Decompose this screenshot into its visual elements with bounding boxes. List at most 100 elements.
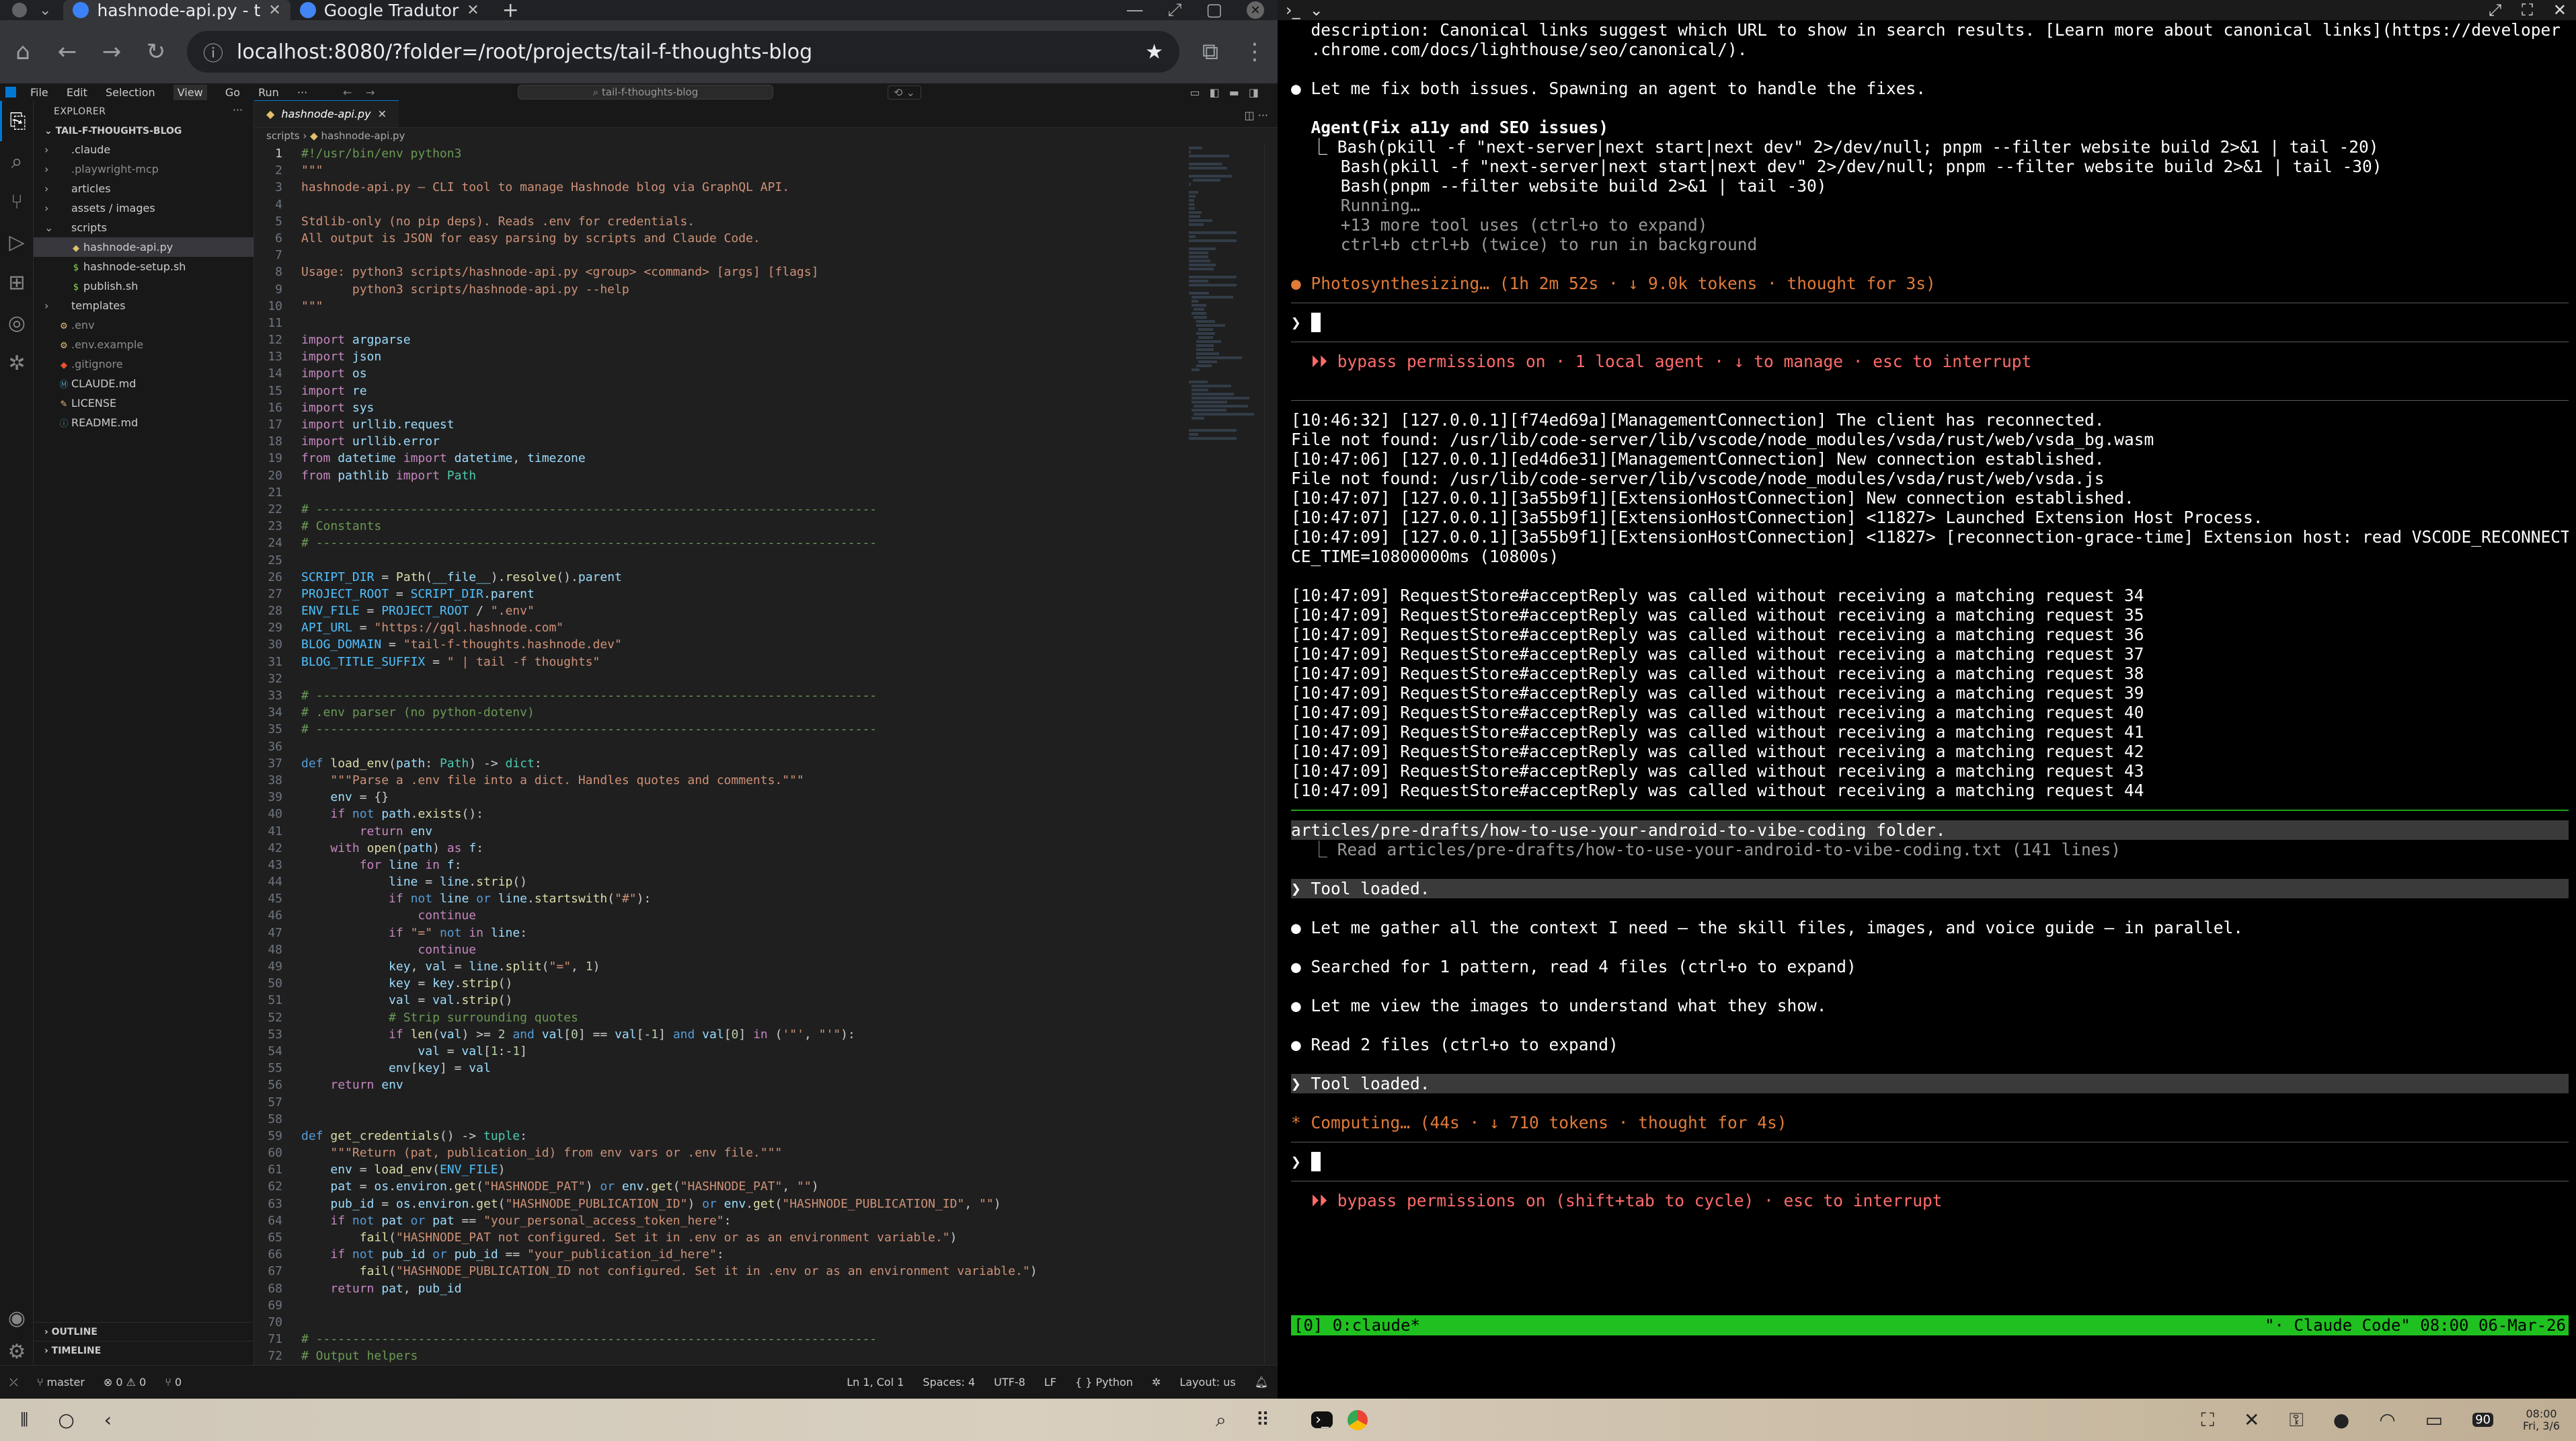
timeline-section[interactable]: › TIMELINE <box>34 1341 254 1360</box>
browser-tab-translate[interactable]: Google Tradutor ✕ <box>290 0 489 20</box>
menu-selection[interactable]: Selection <box>106 86 155 99</box>
keyboard-layout[interactable]: Layout: us <box>1179 1376 1235 1389</box>
run-debug-icon[interactable]: ▷ <box>0 222 34 262</box>
browser-tab-active[interactable]: hashnode-api.py - t ✕ <box>63 0 290 20</box>
extensions-icon[interactable]: ⊞ <box>0 262 34 303</box>
copilot-icon[interactable]: ⟲ ⌄ <box>888 85 921 100</box>
tree-item[interactable]: › templates <box>34 296 253 315</box>
editor-scrollbar[interactable] <box>1264 145 1274 1365</box>
breadcrumb-scripts[interactable]: scripts <box>266 130 300 142</box>
terminal-app-icon[interactable]: ›_ <box>1311 1411 1333 1428</box>
tab-search-icon[interactable]: ⌄ <box>39 2 51 19</box>
source-control-icon[interactable]: ⑂ <box>0 182 34 222</box>
browser-menu-icon[interactable]: ⋮ <box>1241 38 1268 65</box>
tree-item[interactable]: ⚙ .env <box>34 315 253 335</box>
menu-run[interactable]: Run <box>258 86 279 99</box>
split-editor-icon[interactable]: ◫ ··· <box>1245 109 1268 122</box>
claude-icon[interactable]: ✲ <box>0 343 34 383</box>
screenshot-icon[interactable]: ⛶ <box>2201 1409 2214 1432</box>
command-center-search[interactable]: ⌕ tail-f-thoughts-blog <box>518 85 773 100</box>
terminal-close-icon[interactable]: ✕ <box>2553 1 2567 20</box>
explorer-more-icon[interactable]: ··· <box>233 104 243 116</box>
tree-item[interactable]: $ publish.sh <box>34 276 253 296</box>
tree-item[interactable]: › .claude <box>34 140 253 159</box>
close-editor-tab-icon[interactable]: ✕ <box>378 108 387 120</box>
bookmark-star-icon[interactable]: ★ <box>1145 40 1163 64</box>
menu-view[interactable]: View <box>173 84 207 100</box>
tree-item[interactable]: ◆ .gitignore <box>34 354 253 374</box>
menu-go[interactable]: Go <box>225 86 240 99</box>
chat-icon[interactable]: ● <box>2333 1409 2349 1431</box>
problems-status[interactable]: ⊗ 0 ⚠ 0 <box>104 1376 146 1389</box>
terminal-menu-chevron-icon[interactable]: ⌄ <box>1310 1 1323 20</box>
tree-item[interactable]: $ hashnode-setup.sh <box>34 257 253 276</box>
tree-item[interactable]: › .playwright-mcp <box>34 159 253 179</box>
app-drawer-icon[interactable]: ⠿ <box>1256 1409 1270 1431</box>
git-branch-status[interactable]: ⑂ master <box>37 1376 85 1389</box>
site-info-icon[interactable]: ⓘ <box>203 37 223 67</box>
menu-more[interactable]: ··· <box>297 86 307 99</box>
editor-tab-hashnode-api[interactable]: ◆ hashnode-api.py ✕ <box>254 100 399 127</box>
battery-icon[interactable]: 90 <box>2472 1413 2494 1427</box>
restore-icon[interactable]: ⤢ <box>1168 0 1182 21</box>
close-tab-icon[interactable]: ✕ <box>467 2 479 19</box>
breadcrumb-file[interactable]: hashnode-api.py <box>321 130 405 142</box>
home-icon[interactable]: ⌂ <box>9 38 36 65</box>
reload-icon[interactable]: ↻ <box>143 38 169 65</box>
home-circle-icon[interactable]: ○ <box>58 1409 74 1431</box>
tree-item[interactable]: ◆ hashnode-api.py <box>34 237 253 257</box>
browser-profile-icon[interactable] <box>12 3 27 17</box>
recents-icon[interactable]: ⦀ <box>20 1409 28 1432</box>
minimap[interactable] <box>1189 145 1256 1365</box>
address-bar[interactable]: ⓘ localhost:8080/?folder=/root/projects/… <box>187 31 1179 73</box>
claude-input-prompt-1[interactable]: ❯ <box>1291 313 2569 332</box>
layout-toggle-icons[interactable]: ▭◧▬◨ <box>1190 86 1268 99</box>
minimize-icon[interactable]: — <box>1126 0 1144 20</box>
terminal-output[interactable]: description: Canonical links suggest whi… <box>1291 20 2569 1331</box>
notifications-bell-icon[interactable]: 🔔︎ <box>1255 1376 1268 1389</box>
chrome-app-icon[interactable] <box>1347 1409 1368 1430</box>
claude-input-prompt-2[interactable]: ❯ <box>1291 1152 2569 1171</box>
tmux-window-list[interactable]: [0] 0:claude* <box>1294 1315 1420 1335</box>
cast-icon[interactable]: ▭ <box>2425 1409 2443 1431</box>
tree-item[interactable]: ⌄ scripts <box>34 218 253 237</box>
tree-item[interactable]: › articles <box>34 179 253 198</box>
wifi-icon[interactable]: ◠ <box>2379 1409 2395 1431</box>
mute-icon[interactable]: ✕ <box>2244 1409 2259 1431</box>
workspace-root[interactable]: ⌄ TAIL-F-THOUGHTS-BLOG <box>34 122 253 140</box>
nav-back-icon[interactable]: ← <box>343 86 352 99</box>
back-icon[interactable]: ← <box>54 38 81 65</box>
tree-item[interactable]: Ⓜ CLAUDE.md <box>34 374 253 393</box>
remote-icon[interactable]: ◎ <box>0 303 34 343</box>
install-app-icon[interactable]: ⧉ <box>1197 38 1224 65</box>
eol-status[interactable]: LF <box>1044 1376 1056 1389</box>
close-tab-icon[interactable]: ✕ <box>268 2 280 19</box>
indentation-status[interactable]: Spaces: 4 <box>923 1376 975 1389</box>
tree-item[interactable]: ⚙ .env.example <box>34 335 253 354</box>
copilot-status-icon[interactable]: ✲ <box>1152 1376 1161 1389</box>
menu-edit[interactable]: Edit <box>67 86 87 99</box>
nav-forward-icon[interactable]: → <box>366 86 375 99</box>
language-mode[interactable]: { } Python <box>1075 1376 1133 1389</box>
tree-item[interactable]: ✎ LICENSE <box>34 393 253 413</box>
cursor-position[interactable]: Ln 1, Col 1 <box>847 1376 904 1389</box>
outline-section[interactable]: › OUTLINE <box>34 1322 254 1341</box>
maximize-icon[interactable]: ▢ <box>1206 0 1222 20</box>
terminal-restore-icon[interactable]: ⤢ <box>2489 1 2501 20</box>
search-icon[interactable]: ⌕ <box>0 141 34 182</box>
new-tab-button[interactable]: + <box>502 0 519 22</box>
tree-item[interactable]: › assets / images <box>34 198 253 218</box>
back-nav-icon[interactable]: ‹ <box>104 1409 112 1431</box>
taskbar-search-icon[interactable]: ⌕ <box>1216 1409 1226 1432</box>
terminal-maximize-icon[interactable]: ⛶ <box>2522 1 2533 20</box>
ports-status[interactable]: ⑂ 0 <box>165 1376 182 1389</box>
menu-file[interactable]: File <box>30 86 48 99</box>
encoding-status[interactable]: UTF-8 <box>994 1376 1025 1389</box>
forward-icon[interactable]: → <box>98 38 125 65</box>
clock[interactable]: 08:00 Fri, 3/6 <box>2523 1407 2560 1432</box>
remote-indicator-icon[interactable]: ⤫ <box>9 1376 18 1389</box>
tree-item[interactable]: ⓘ README.md <box>34 413 253 432</box>
close-window-icon[interactable]: ✕ <box>1247 1 1264 19</box>
code-editor[interactable]: 1 #!/usr/bin/env python3 2 """ 3 hashnode-api… <box>254 145 1189 1365</box>
vpn-icon[interactable]: ⚿ <box>2289 1409 2303 1432</box>
